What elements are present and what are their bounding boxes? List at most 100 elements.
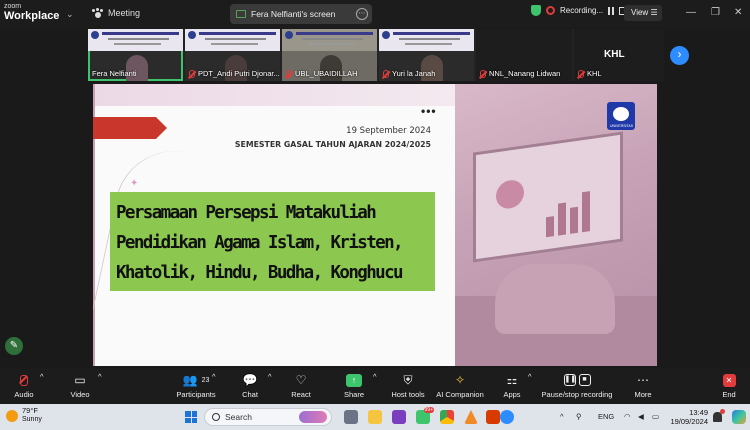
recording-label: Recording... [560,6,604,15]
taskbar-clock[interactable]: 13:49 19/09/2024 [668,408,708,426]
sparkle-icon: ✦ [130,178,139,189]
mic-muted-icon [383,69,389,78]
chat-label: Chat [242,390,258,399]
view-label: View [631,8,649,17]
windows-start-icon[interactable] [185,411,197,423]
chrome-icon[interactable] [440,410,454,424]
clock-date: 19/09/2024 [670,417,708,426]
end-button[interactable]: ✕ End [716,372,742,399]
participant-name: KHL [587,69,602,78]
share-options-chevron[interactable]: ^ [373,372,377,381]
weather-condition: Sunny [22,416,42,423]
sun-icon [6,409,18,422]
onenote-icon[interactable] [392,410,406,424]
minimize-icon[interactable]: — [686,7,696,18]
share-arrow-icon: ↑ [346,373,362,387]
meeting-toolbar: Audio ^ ▭ Video ^ 👥 23 Participants ^ 💬 C… [0,368,750,404]
participant-tile[interactable]: NNL_Nanang Lidwan [476,29,572,81]
audio-button[interactable]: Audio [12,372,36,399]
chat-button[interactable]: 💬 Chat [238,372,262,399]
speaker-icon[interactable]: ◀ [638,412,644,421]
slide-date: 19 September 2024 [346,126,431,136]
participants-count: 23 [201,376,210,384]
meeting-info-button[interactable]: Meeting [92,8,140,18]
slide-more-icon: ••• [421,104,437,118]
people-icon: 👥 [182,373,198,387]
view-button[interactable]: View ☰ [624,5,662,21]
annotate-pen-icon[interactable]: ✎ [5,337,23,355]
participant-name: UBL_UBAIDILLAH [295,69,358,78]
zoom-workplace-logo: zoom Workplace [4,3,60,22]
audio-label: Audio [14,390,34,399]
apps-button[interactable]: ⚏ Apps [500,372,524,399]
next-page-button[interactable]: › [670,46,689,65]
participant-name: Yuri la Janah [392,69,436,78]
stop-icon: ■ [578,374,591,386]
windows-taskbar: 79°F Sunny Search 99+ ^ ⚲ ENG ◠ ◀ ▭ 13:49… [0,404,750,430]
react-label: React [291,390,311,399]
paw-icon [92,8,103,18]
host-shield-icon: ⛨ [403,372,413,387]
host-tools-button[interactable]: ⛨ Host tools [388,372,428,400]
language-indicator[interactable]: ENG [598,412,614,421]
participant-tile[interactable]: PDT_Andi Putri Djonar... [185,29,280,81]
wifi-icon[interactable]: ◠ [624,412,631,421]
record-dot-icon [546,6,555,15]
more-button[interactable]: ⋯ More [630,372,656,399]
close-icon[interactable]: ✕ [734,7,742,18]
host-tools-label: Host tools [391,390,425,399]
participant-name: PDT_Andi Putri Djonar... [198,69,280,78]
mic-muted-icon [578,69,584,78]
participant-tile[interactable]: KHL KHL [574,29,664,81]
apps-options-chevron[interactable]: ^ [528,372,532,381]
participant-tile[interactable]: Yuri la Janah [379,29,474,81]
ai-companion-button[interactable]: ✧ AI Companion [434,372,486,399]
video-options-chevron[interactable]: ^ [98,372,102,381]
zoom-taskbar-icon[interactable] [500,410,514,424]
shared-screen-indicator[interactable]: Fera Nelfianti's screen ⋯ [230,4,372,24]
restore-icon[interactable]: ❐ [711,7,720,18]
file-explorer-icon[interactable] [368,410,382,424]
meeting-label: Meeting [108,8,141,18]
powerpoint-icon[interactable] [486,410,500,424]
share-button[interactable]: ↑ Share [340,372,368,399]
mic-muted-icon [189,69,195,78]
participant-tile[interactable]: UBL_UBAIDILLAH [282,29,377,81]
copilot-icon[interactable] [732,410,746,424]
university-logo: UNIVERSITAS [607,102,635,130]
more-label: More [634,390,652,399]
whatsapp-icon[interactable]: 99+ [416,407,434,424]
react-button[interactable]: ♡ React [288,372,314,399]
tray-chevron-icon[interactable]: ^ [560,412,564,421]
participant-tile[interactable]: Fera Nelfianti [88,29,183,81]
audio-options-chevron[interactable]: ^ [40,372,44,381]
participant-initials: KHL [604,49,625,60]
clock-time: 13:49 [689,408,708,417]
more-options-icon[interactable]: ⋯ [356,8,368,20]
weather-widget[interactable]: 79°F Sunny [6,407,42,424]
participant-strip: Fera Nelfianti PDT_Andi Putri Djonar... … [88,29,664,81]
end-x-icon: ✕ [722,373,736,387]
chat-icon: 💬 [242,373,258,387]
language-tray-icon[interactable]: ⚲ [576,412,582,421]
battery-icon[interactable]: ▭ [652,412,659,421]
notification-bell-icon[interactable] [713,409,725,422]
pause-recording-icon[interactable] [608,6,615,15]
notification-badge: 99+ [423,407,434,413]
pause-stop-recording-button[interactable]: ❚❚ ■ Pause/stop recording [538,372,616,399]
video-button[interactable]: ▭ Video [68,372,92,399]
slide-title-line: Persamaan Persepsi Matakuliah [116,203,377,223]
chevron-down-icon[interactable]: ⌄ [66,9,74,20]
pause-icon: ❚❚ [563,374,576,386]
chat-options-chevron[interactable]: ^ [268,372,272,381]
mic-muted-icon [480,69,486,78]
taskbar-search[interactable]: Search [204,408,332,426]
participants-label: Participants [176,390,216,399]
slide-title-line: Pendidikan Agama Islam, Kristen, [116,233,404,253]
search-icon [212,413,220,421]
title-bar: zoom Workplace ⌄ Meeting Fera Nelfianti'… [0,0,750,28]
task-view-icon[interactable] [344,410,358,424]
participants-options-chevron[interactable]: ^ [212,372,216,381]
vlc-icon[interactable] [464,410,478,424]
monitor-icon [236,10,246,18]
